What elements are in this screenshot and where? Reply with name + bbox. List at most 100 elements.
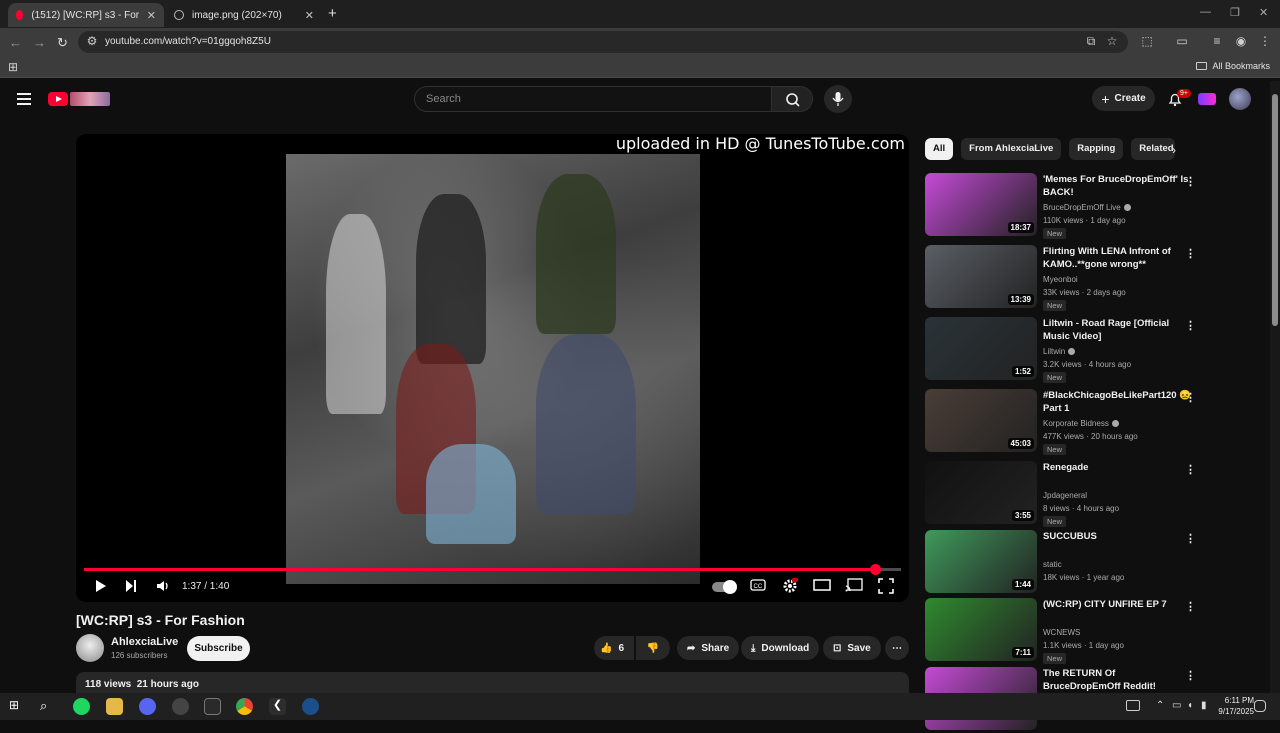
recommended-title[interactable]: Renegade bbox=[1043, 461, 1193, 474]
recommended-title[interactable]: #BlackChicagoBeLikePart120 😖Part 1 bbox=[1043, 389, 1193, 415]
tray-chevron-icon[interactable]: ⌃ bbox=[1156, 700, 1173, 717]
chip-related[interactable]: Related bbox=[1131, 138, 1176, 160]
settings-gear-icon[interactable] bbox=[782, 578, 798, 594]
more-vertical-icon[interactable]: ⋮ bbox=[1185, 532, 1196, 545]
recommended-title[interactable]: SUCCUBUS bbox=[1043, 530, 1193, 543]
more-vertical-icon[interactable]: ⋮ bbox=[1185, 600, 1196, 613]
capcut-icon[interactable]: ❮ bbox=[269, 698, 286, 715]
browser-menu-icon[interactable]: ⋮ bbox=[1258, 34, 1272, 48]
forward-icon[interactable]: → bbox=[33, 35, 46, 50]
discord-icon[interactable] bbox=[139, 698, 156, 715]
recommended-channel[interactable]: Myeonboi bbox=[1043, 275, 1078, 284]
next-icon[interactable] bbox=[124, 578, 138, 594]
recommended-channel[interactable]: static bbox=[1043, 560, 1062, 569]
recommended-video[interactable]: 1:44 SUCCUBUS static 18K views · 1 year ago… bbox=[925, 530, 1265, 596]
browser-tab-active[interactable]: (1512) [WC:RP] s3 - For Fashion ✕ bbox=[8, 3, 164, 27]
recommended-title[interactable]: 'Memes For BruceDropEmOff' Is BACK! bbox=[1043, 173, 1193, 199]
recommended-video[interactable]: 45:03 #BlackChicagoBeLikePart120 😖Part 1 K… bbox=[925, 389, 1265, 455]
dislike-button[interactable]: 👎 bbox=[636, 636, 670, 660]
recommended-video[interactable]: 13:39 Flirting With LENA Infront of KAMO.… bbox=[925, 245, 1265, 311]
theater-mode-icon[interactable] bbox=[813, 578, 831, 592]
recommended-video[interactable]: 3:55 Renegade Jpdageneral 8 views · 4 hours… bbox=[925, 461, 1265, 527]
create-button[interactable]: + Create bbox=[1092, 86, 1155, 111]
volume-icon[interactable] bbox=[155, 578, 171, 594]
scrollbar-thumb[interactable] bbox=[1272, 94, 1278, 326]
more-vertical-icon[interactable]: ⋮ bbox=[1185, 175, 1196, 188]
like-button[interactable]: 👍 6 bbox=[594, 636, 634, 660]
subscribe-button[interactable]: Subscribe bbox=[187, 636, 250, 661]
progress-bar[interactable] bbox=[84, 564, 901, 575]
recommended-title[interactable]: The RETURN Of BruceDropEmOff Reddit! bbox=[1043, 667, 1193, 693]
close-tab-icon[interactable]: ✕ bbox=[305, 9, 314, 22]
recommended-video[interactable]: 7:11 (WC:RP) CITY UNFIRE EP 7 WCNEWS 1.1K v… bbox=[925, 598, 1265, 664]
share-button[interactable]: ➦ Share bbox=[677, 636, 740, 660]
reading-list-icon[interactable]: ≡ bbox=[1210, 34, 1224, 48]
taskbar-search-icon[interactable]: ⌕ bbox=[40, 698, 57, 715]
menu-icon[interactable] bbox=[17, 93, 31, 108]
recommended-title[interactable]: Flirting With LENA Infront of KAMO..**go… bbox=[1043, 245, 1193, 271]
studio-apps-icon[interactable] bbox=[1198, 93, 1216, 105]
chip-from-channel[interactable]: From AhlexciaLive bbox=[961, 138, 1062, 160]
recommended-channel[interactable]: Jpdageneral bbox=[1043, 491, 1087, 500]
steam-icon[interactable] bbox=[302, 698, 319, 715]
browser-tab[interactable]: image.png (202×70) ✕ bbox=[166, 3, 322, 27]
more-vertical-icon[interactable]: ⋮ bbox=[1185, 247, 1196, 260]
video-thumbnail[interactable]: 45:03 bbox=[925, 389, 1037, 452]
back-icon[interactable]: ← bbox=[9, 35, 22, 50]
video-thumbnail[interactable]: 18:37 bbox=[925, 173, 1037, 236]
keyboard-icon[interactable] bbox=[1126, 700, 1140, 711]
install-app-icon[interactable]: ⧉ bbox=[1084, 34, 1098, 48]
video-player[interactable]: uploaded in HD @ TunesToTube.com 1:37 / … bbox=[76, 134, 909, 602]
voice-search-button[interactable] bbox=[824, 85, 852, 113]
save-button[interactable]: ⊡ Save bbox=[823, 636, 881, 660]
more-vertical-icon[interactable]: ⋮ bbox=[1185, 669, 1196, 682]
app-icon[interactable] bbox=[172, 698, 189, 715]
recommended-channel[interactable]: BruceDropEmOff Live bbox=[1043, 203, 1121, 212]
chip-rapping[interactable]: Rapping bbox=[1069, 138, 1124, 160]
search-button[interactable] bbox=[771, 86, 813, 112]
video-thumbnail[interactable]: 1:44 bbox=[925, 530, 1037, 593]
minimize-icon[interactable]: — bbox=[1200, 6, 1211, 18]
bookmark-star-icon[interactable]: ☆ bbox=[1105, 34, 1119, 48]
more-vertical-icon[interactable]: ⋮ bbox=[1185, 463, 1196, 476]
file-explorer-icon[interactable] bbox=[106, 698, 123, 715]
battery-icon[interactable]: ▮ bbox=[1201, 700, 1218, 717]
chip-all[interactable]: All bbox=[925, 138, 954, 160]
taskbar-clock[interactable]: 6:11 PM 9/17/2025 bbox=[1218, 695, 1254, 717]
play-icon[interactable] bbox=[94, 578, 108, 594]
notification-center-icon[interactable] bbox=[1254, 700, 1266, 712]
recommended-video[interactable]: 18:37 'Memes For BruceDropEmOff' Is BACK!… bbox=[925, 173, 1265, 239]
video-thumbnail[interactable]: 13:39 bbox=[925, 245, 1037, 308]
fullscreen-icon[interactable] bbox=[878, 578, 894, 594]
reload-icon[interactable]: ↻ bbox=[57, 35, 68, 51]
youtube-logo[interactable] bbox=[48, 92, 110, 106]
profile-icon[interactable]: ◉ bbox=[1234, 34, 1248, 48]
start-windows-icon[interactable]: ⊞ bbox=[9, 698, 26, 715]
recommended-video[interactable]: 1:52 Liltwin - Road Rage [Official Music … bbox=[925, 317, 1265, 383]
recommended-channel[interactable]: WCNEWS bbox=[1043, 628, 1080, 637]
more-actions-button[interactable]: ⋯ bbox=[885, 636, 909, 660]
more-vertical-icon[interactable]: ⋮ bbox=[1185, 391, 1196, 404]
channel-name[interactable]: AhlexciaLive bbox=[111, 636, 178, 648]
apps-grid-icon[interactable]: ⊞ bbox=[6, 60, 20, 74]
recommended-title[interactable]: Liltwin - Road Rage [Official Music Vide… bbox=[1043, 317, 1193, 343]
epic-games-icon[interactable] bbox=[204, 698, 221, 715]
more-vertical-icon[interactable]: ⋮ bbox=[1185, 319, 1196, 332]
account-avatar[interactable] bbox=[1229, 88, 1251, 110]
site-info-icon[interactable]: ⚙ bbox=[85, 34, 99, 48]
close-window-icon[interactable]: ✕ bbox=[1259, 6, 1268, 19]
recommended-channel[interactable]: Liltwin bbox=[1043, 347, 1065, 356]
chevron-right-icon[interactable]: › bbox=[1172, 143, 1176, 157]
search-input[interactable]: Search bbox=[414, 86, 772, 112]
progress-scrubber[interactable] bbox=[870, 564, 882, 575]
recommended-title[interactable]: (WC:RP) CITY UNFIRE EP 7 bbox=[1043, 598, 1193, 611]
cast-icon[interactable] bbox=[845, 578, 863, 592]
channel-avatar[interactable] bbox=[76, 634, 104, 662]
extensions-icon[interactable]: ⬚ bbox=[1140, 34, 1154, 48]
video-thumbnail[interactable]: 3:55 bbox=[925, 461, 1037, 524]
restore-icon[interactable]: ❐ bbox=[1230, 6, 1240, 19]
captions-icon[interactable]: CC bbox=[750, 578, 766, 592]
download-button[interactable]: ⤓ Download bbox=[741, 636, 820, 660]
side-panel-icon[interactable]: ▭ bbox=[1175, 34, 1189, 48]
video-thumbnail[interactable]: 1:52 bbox=[925, 317, 1037, 380]
